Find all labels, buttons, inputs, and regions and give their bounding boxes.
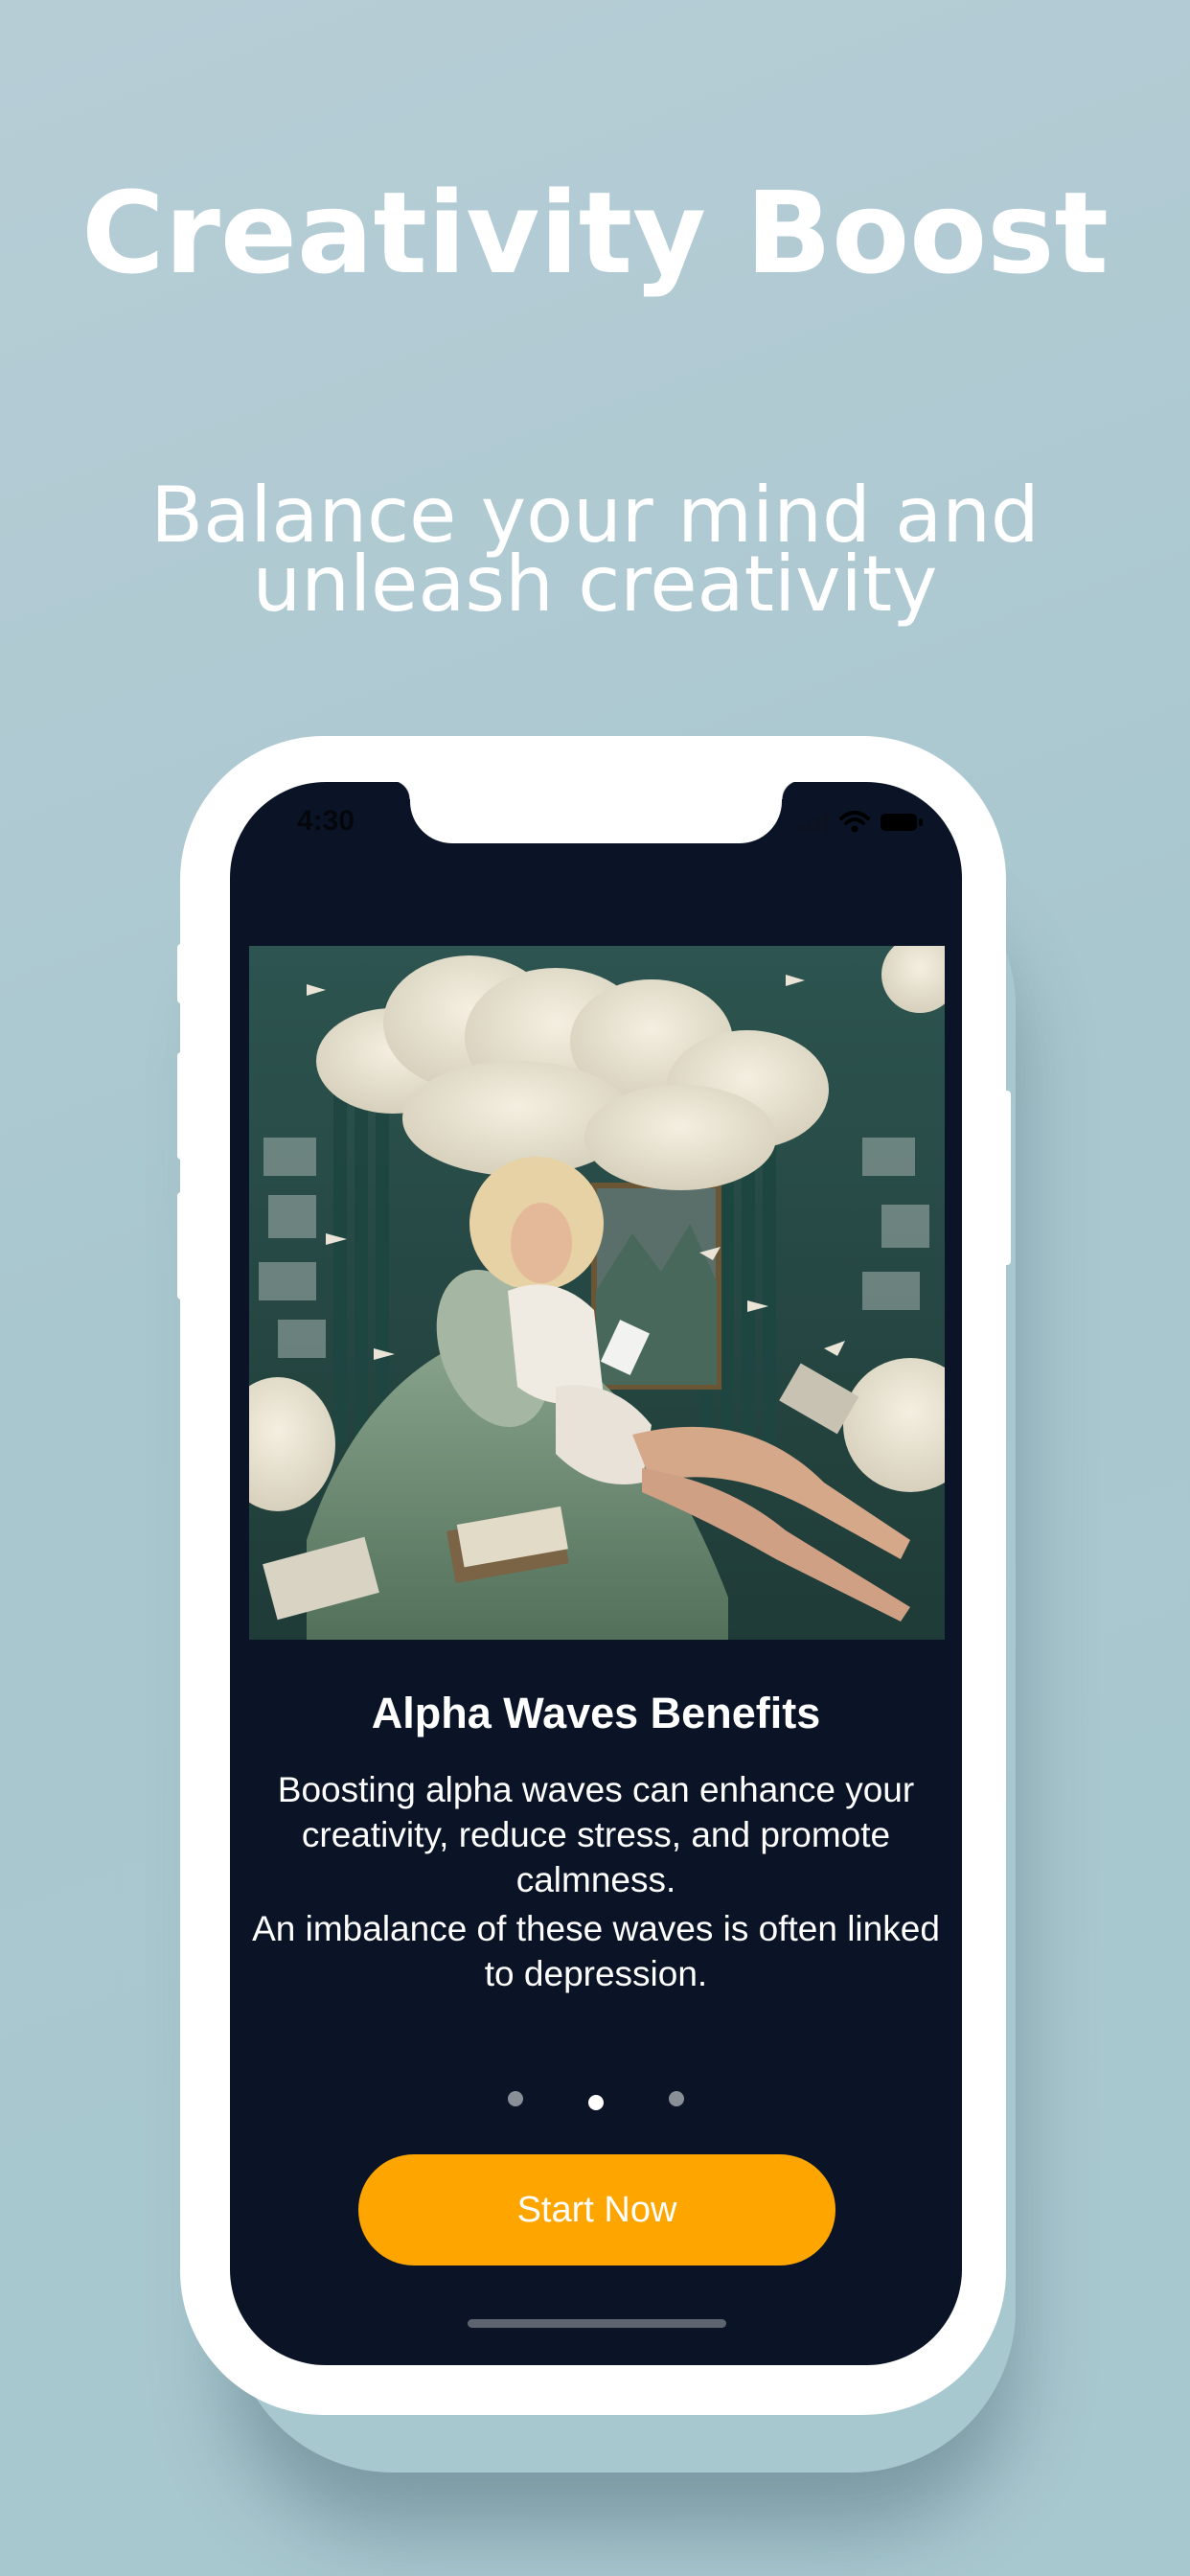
subheadline-line-2: unleash creativity bbox=[252, 540, 938, 629]
onboarding-description-line-3: calmness. bbox=[515, 1860, 676, 1899]
page-dot-2[interactable] bbox=[588, 2095, 604, 2110]
subheadline: Balance your mind and unleash creativity bbox=[0, 477, 1190, 629]
page-dot-1[interactable] bbox=[508, 2091, 523, 2106]
headline: Creativity Boost bbox=[81, 167, 1109, 299]
start-now-button[interactable]: Start Now bbox=[358, 2154, 835, 2266]
onboarding-note-line-1: An imbalance of these waves is often lin… bbox=[252, 1909, 940, 1948]
page-dot-3[interactable] bbox=[669, 2091, 684, 2106]
phone-frame: 4:30 Alpha Waves Benefits Boosting alpha… bbox=[180, 736, 1006, 2415]
wifi-icon bbox=[839, 811, 870, 833]
onboarding-note: An imbalance of these waves is often lin… bbox=[230, 1906, 962, 1996]
onboarding-title: Alpha Waves Benefits bbox=[371, 1689, 821, 1737]
onboarding-description-line-2: creativity, reduce stress, and promote bbox=[301, 1815, 891, 1854]
hero-illustration bbox=[249, 946, 945, 1640]
phone-notch bbox=[391, 782, 801, 843]
onboarding-description: Boosting alpha waves can enhance your cr… bbox=[230, 1767, 962, 1902]
onboarding-description-line-1: Boosting alpha waves can enhance your bbox=[277, 1770, 915, 1809]
phone-screen: 4:30 Alpha Waves Benefits Boosting alpha… bbox=[230, 782, 962, 2365]
hero-image bbox=[249, 946, 945, 1640]
status-time: 4:30 bbox=[297, 805, 355, 837]
page-indicator bbox=[230, 2091, 962, 2110]
battery-icon bbox=[881, 814, 923, 831]
signal-icon bbox=[797, 812, 829, 833]
status-icons bbox=[797, 811, 924, 834]
home-indicator[interactable] bbox=[468, 2319, 726, 2328]
onboarding-note-line-2: to depression. bbox=[484, 1954, 708, 1993]
